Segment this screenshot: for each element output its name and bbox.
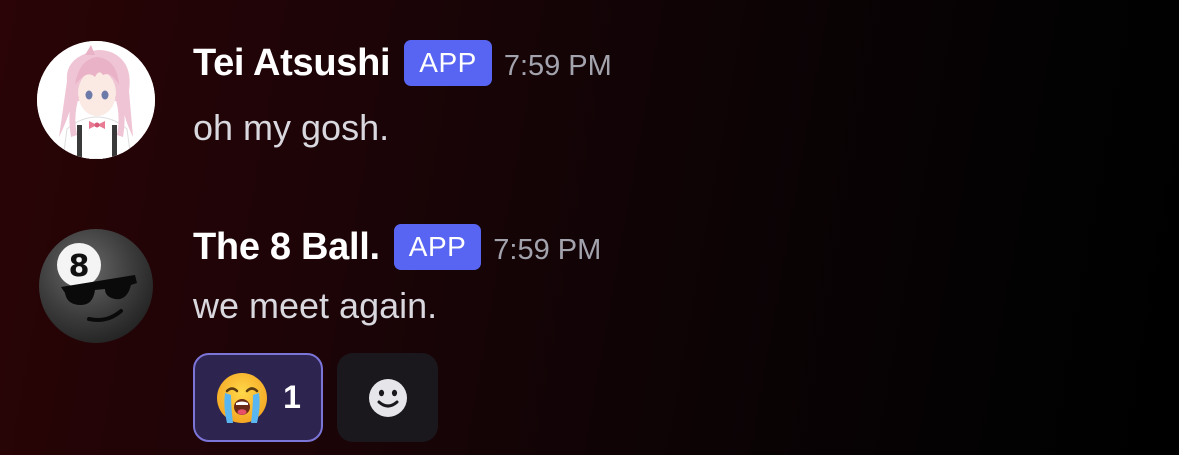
loudly-crying-face-icon <box>217 372 268 423</box>
username[interactable]: Tei Atsushi <box>193 42 391 85</box>
reaction-count: 1 <box>283 379 301 415</box>
message-header: Tei Atsushi APP 7:59 PM <box>193 40 612 86</box>
app-badge: APP <box>404 40 492 86</box>
reaction-loudly-crying[interactable]: 1 <box>193 353 323 442</box>
avatar[interactable] <box>37 41 155 159</box>
ball-number: 8 <box>69 249 90 284</box>
smiley-add-reaction-icon <box>368 378 407 417</box>
8-ball-sunglasses-icon: 8 <box>39 229 153 343</box>
message-text: we meet again. <box>193 285 438 326</box>
app-badge: APP <box>393 224 482 270</box>
add-reaction-button[interactable] <box>337 353 438 442</box>
avatar[interactable]: 8 <box>37 227 155 345</box>
message-header: The 8 Ball. APP 7:59 PM <box>193 224 601 270</box>
timestamp: 7:59 PM <box>493 233 602 266</box>
message-text: oh my gosh. <box>193 107 390 148</box>
timestamp: 7:59 PM <box>503 49 612 82</box>
anime-character-avatar-icon <box>37 41 155 159</box>
username[interactable]: The 8 Ball. <box>193 226 380 269</box>
